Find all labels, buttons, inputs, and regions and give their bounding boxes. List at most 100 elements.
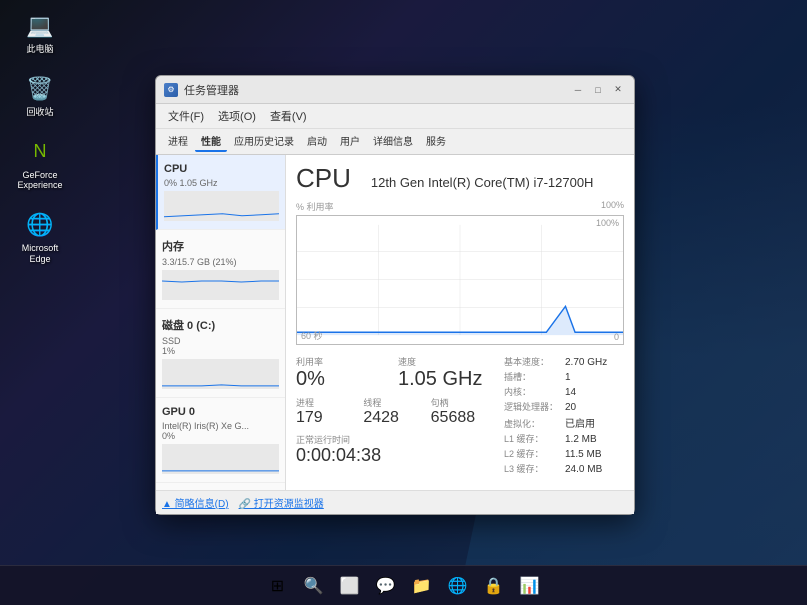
tab-app-history[interactable]: 应用历史记录 (228, 131, 300, 152)
cpu-name: CPU (164, 163, 187, 175)
l1-label: L1 缓存： (504, 432, 559, 445)
cpu-title-row: CPU 12th Gen Intel(R) Core(TM) i7-12700H (296, 163, 624, 194)
gpu0-mini-chart (162, 444, 279, 474)
tab-services[interactable]: 服务 (420, 131, 452, 152)
tab-users[interactable]: 用户 (334, 131, 366, 152)
tab-performance[interactable]: 性能 (195, 131, 227, 152)
desktop-icon-recycle[interactable]: 🗑️ 回收站 (10, 73, 70, 118)
memory-name: 内存 (162, 238, 184, 254)
tab-startup[interactable]: 启动 (301, 131, 333, 152)
taskbar-search[interactable]: 🔍 (298, 570, 330, 602)
maximize-button[interactable]: □ (590, 82, 606, 98)
cpu-model-text: 12th Gen Intel(R) Core(TM) i7-12700H (371, 175, 594, 190)
taskbar-task-view[interactable]: ⬜ (334, 570, 366, 602)
graph-time-label: 60 秒 (301, 329, 323, 342)
l2-label: L2 缓存： (504, 447, 559, 460)
sockets-label: 插槽： (504, 370, 559, 383)
graph-100-label: 100% (596, 218, 619, 228)
bottom-bar: ▲ 简略信息(D) 🔗 打开资源监视器 (156, 490, 634, 514)
memory-mini-svg (162, 270, 279, 300)
tab-details[interactable]: 详细信息 (367, 131, 419, 152)
sidebar-item-gpu1[interactable]: GPU 1 NVIDIA GeForce R... 0% (156, 483, 285, 490)
stat-l2: L2 缓存： 11.5 MB (504, 447, 624, 460)
disk-name: 磁盘 0 (C:) (162, 317, 215, 333)
edge-label: MicrosoftEdge (22, 243, 59, 265)
main-content: CPU 0% 1.05 GHz 内存 3.3/15.7 GB (21%) (156, 155, 634, 490)
cpu-mini-svg (164, 191, 279, 221)
cores-label: 内核： (504, 385, 559, 398)
disk-header: 磁盘 0 (C:) (162, 317, 279, 333)
taskbar-taskmanager[interactable]: 📊 (514, 570, 546, 602)
sidebar-item-cpu[interactable]: CPU 0% 1.05 GHz (156, 155, 285, 230)
task-manager-window: ⚙ 任务管理器 ─ □ ✕ 文件(F) 选项(O) 查看(V) 进程 性能 应用… (155, 75, 635, 515)
window-title: 任务管理器 (184, 82, 239, 98)
tab-process[interactable]: 进程 (162, 131, 194, 152)
menu-options[interactable]: 选项(O) (212, 106, 262, 126)
task-manager-icon: ⚙ (164, 83, 178, 97)
stat-l1: L1 缓存： 1.2 MB (504, 432, 624, 445)
sidebar: CPU 0% 1.05 GHz 内存 3.3/15.7 GB (21%) (156, 155, 286, 490)
stat-process: 进程 179 (296, 396, 361, 427)
desktop-icon-nvidia[interactable]: N GeForceExperience (10, 136, 70, 192)
taskbar-explorer[interactable]: 📁 (406, 570, 438, 602)
pc-label: 此电脑 (26, 44, 53, 55)
cpu-detail-panel: CPU 12th Gen Intel(R) Core(TM) i7-12700H… (286, 155, 634, 490)
cpu-graph-svg (297, 216, 623, 344)
cpu-sub: 0% 1.05 GHz (164, 178, 279, 188)
handle-value: 65688 (431, 409, 496, 427)
stat-sockets: 插槽： 1 (504, 370, 624, 383)
gpu0-sub1: Intel(R) Iris(R) Xe G... (162, 421, 279, 431)
menu-view[interactable]: 查看(V) (264, 106, 313, 126)
cpu-mini-chart (164, 191, 279, 221)
taskbar-start[interactable]: ⊞ (262, 570, 294, 602)
virt-label: 虚拟化： (504, 417, 559, 430)
disk-sub1: SSD (162, 336, 279, 346)
gpu0-header: GPU 0 (162, 406, 279, 418)
close-button[interactable]: ✕ (610, 82, 626, 98)
speed-value: 1.05 GHz (398, 368, 496, 390)
desktop-icon-area: 💻 此电脑 🗑️ 回收站 N GeForceExperience 🌐 Micro… (10, 10, 70, 265)
memory-sub: 3.3/15.7 GB (21%) (162, 257, 279, 267)
menu-bar: 文件(F) 选项(O) 查看(V) (156, 104, 634, 129)
recycle-icon: 🗑️ (24, 73, 56, 105)
disk-mini-svg (162, 359, 279, 389)
window-controls: ─ □ ✕ (570, 82, 626, 98)
chart-util-label: % 利用率 (296, 200, 334, 213)
desktop-icon-edge[interactable]: 🌐 MicrosoftEdge (10, 209, 70, 265)
l1-value: 1.2 MB (565, 434, 597, 445)
recycle-label: 回收站 (26, 107, 53, 118)
taskbar-chat[interactable]: 💬 (370, 570, 402, 602)
gpu0-name: GPU 0 (162, 406, 195, 418)
collapse-link[interactable]: ▲ 简略信息(D) (162, 495, 229, 510)
tab-bar: 进程 性能 应用历史记录 启动 用户 详细信息 服务 (156, 129, 634, 155)
stat-handle: 句柄 65688 (431, 396, 496, 427)
speed-label: 速度 (398, 355, 496, 368)
memory-mini-chart (162, 270, 279, 300)
taskbar-security[interactable]: 🔒 (478, 570, 510, 602)
stat-uptime: 正常运行时间 0:00:04:38 (296, 433, 496, 466)
cpu-title-text: CPU (296, 163, 351, 194)
uptime-value: 0:00:04:38 (296, 446, 496, 466)
l2-value: 11.5 MB (565, 449, 602, 460)
chart-labels: % 利用率 100% (296, 200, 624, 213)
base-speed-value: 2.70 GHz (565, 357, 607, 368)
thread-value: 2428 (363, 409, 428, 427)
taskbar-edge[interactable]: 🌐 (442, 570, 474, 602)
sidebar-item-memory[interactable]: 内存 3.3/15.7 GB (21%) (156, 230, 285, 309)
l3-label: L3 缓存： (504, 462, 559, 475)
process-value: 179 (296, 409, 361, 427)
minimize-button[interactable]: ─ (570, 82, 586, 98)
stat-cores: 内核： 14 (504, 385, 624, 398)
resource-monitor-link[interactable]: 🔗 打开资源监视器 (239, 495, 324, 510)
chart-max-label: 100% (601, 200, 624, 213)
gpu0-sub2: 0% (162, 431, 279, 441)
uptime-label: 正常运行时间 (296, 433, 496, 446)
sidebar-item-disk[interactable]: 磁盘 0 (C:) SSD 1% (156, 309, 285, 398)
sockets-value: 1 (565, 372, 571, 383)
desktop-icon-pc[interactable]: 💻 此电脑 (10, 10, 70, 55)
cores-value: 14 (565, 387, 576, 398)
taskbar: ⊞ 🔍 ⬜ 💬 📁 🌐 🔒 📊 (0, 565, 807, 605)
sidebar-item-gpu0[interactable]: GPU 0 Intel(R) Iris(R) Xe G... 0% (156, 398, 285, 483)
cpu-graph-container: 100% 0 60 秒 (296, 215, 624, 345)
menu-file[interactable]: 文件(F) (162, 106, 210, 126)
